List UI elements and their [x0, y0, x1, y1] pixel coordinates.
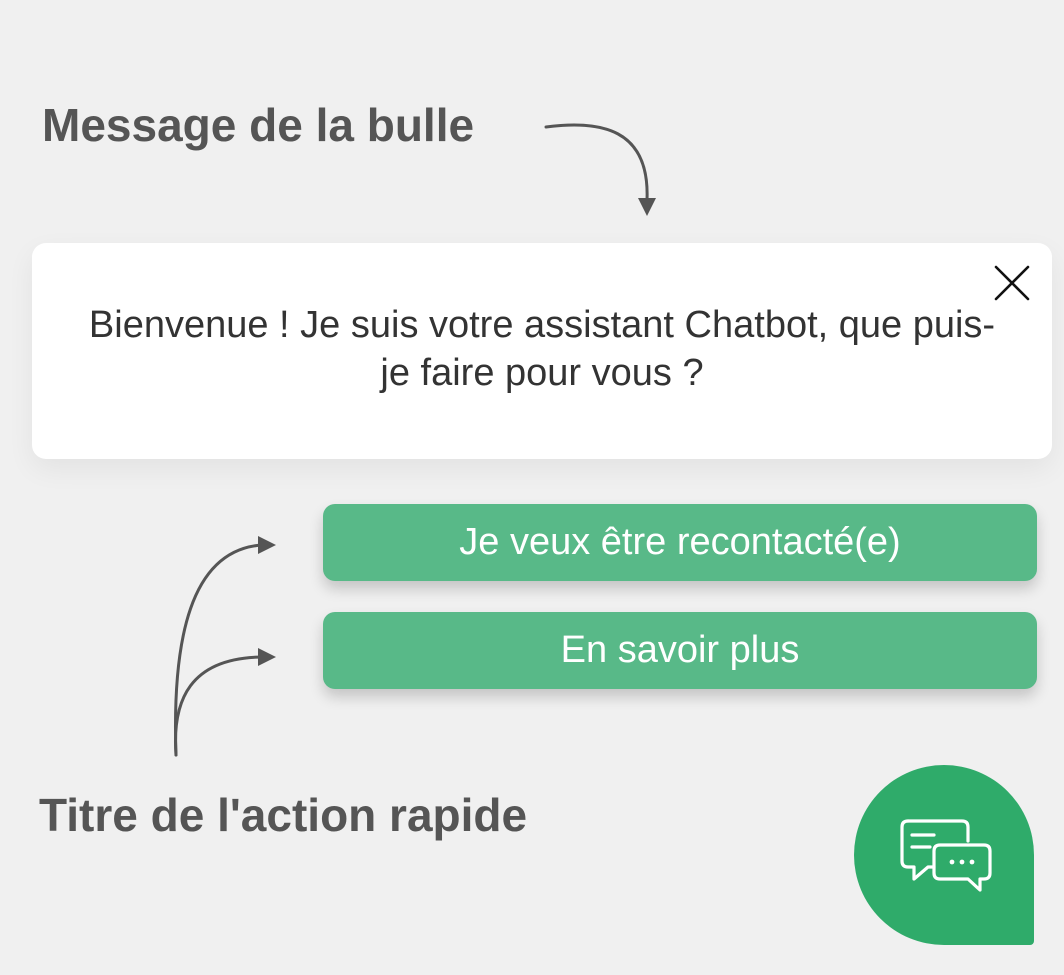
arrow-to-bubble — [544, 123, 649, 202]
arrowhead-quick-action-2 — [258, 648, 276, 666]
bubble-message: Bienvenue ! Je suis votre assistant Chat… — [88, 304, 996, 394]
close-icon[interactable] — [990, 261, 1034, 305]
chat-bubbles-icon — [900, 819, 992, 892]
annotation-quick-action-title-label: Titre de l'action rapide — [39, 789, 528, 841]
arrowhead-quick-action-1 — [258, 536, 276, 554]
chat-launcher-button[interactable] — [854, 765, 1034, 945]
chat-bubble: Bienvenue ! Je suis votre assistant Chat… — [32, 243, 1052, 459]
annotation-bubble-message-label: Message de la bulle — [42, 99, 475, 151]
quick-action-button-learn-more[interactable]: En savoir plus — [323, 612, 1037, 689]
arrow-to-quick-action-2 — [173, 655, 264, 757]
arrowhead-bubble — [638, 198, 656, 216]
quick-action-button-recontact[interactable]: Je veux être recontacté(e) — [323, 504, 1037, 581]
arrow-to-quick-action-1 — [174, 543, 264, 757]
